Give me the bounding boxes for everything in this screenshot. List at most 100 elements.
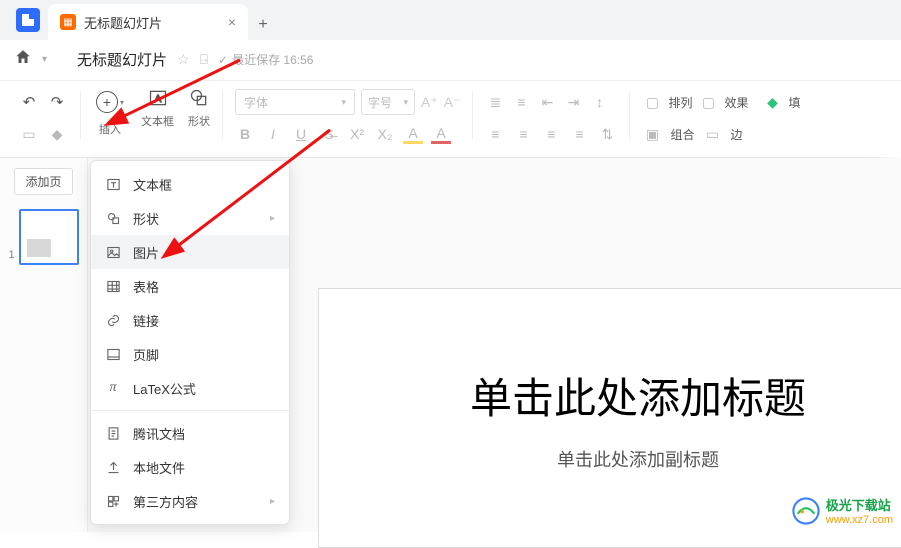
menu-label: 链接 xyxy=(133,311,159,330)
tab-bar: ▦ 无标题幻灯片 × + xyxy=(0,0,901,40)
table-icon xyxy=(105,278,121,294)
textbox-icon[interactable]: A xyxy=(147,87,169,109)
third-party-icon xyxy=(105,493,121,509)
svg-text:A: A xyxy=(154,94,161,105)
image-icon xyxy=(105,244,121,260)
divider xyxy=(472,91,473,139)
insert-button[interactable]: + ▾ xyxy=(93,87,127,117)
slide-subtitle-placeholder[interactable]: 单击此处添加副标题 xyxy=(557,446,719,472)
italic-icon[interactable]: I xyxy=(263,126,283,142)
paragraph-group: ≣ ≡ ⇤ ⇥ ↕ ≡ ≡ ≡ ≡ ⇅ xyxy=(479,87,623,157)
align-left-icon[interactable]: ≡ xyxy=(485,126,505,142)
menu-item-image[interactable]: 图片 xyxy=(91,235,289,269)
bullet-list-icon[interactable]: ≣ xyxy=(485,94,505,111)
arrange-group: ▢ 排列 ▢ 效果 ▣ 组合 ▭ 边 xyxy=(636,87,754,157)
menu-item-local-file[interactable]: 本地文件 xyxy=(91,450,289,484)
textbox-icon xyxy=(105,176,121,192)
menu-label: 腾讯文档 xyxy=(133,424,185,443)
font-color-icon[interactable]: A xyxy=(431,125,451,144)
superscript-icon[interactable]: X² xyxy=(347,126,367,142)
menu-item-shape[interactable]: 形状 ▸ xyxy=(91,201,289,235)
menu-label: LaTeX公式 xyxy=(133,379,196,398)
shape-group: 形状 xyxy=(182,87,216,157)
divider xyxy=(629,91,630,139)
menu-item-table[interactable]: 表格 xyxy=(91,269,289,303)
chevron-down-icon: ▾ xyxy=(403,97,408,108)
chevron-down-icon[interactable]: ▾ xyxy=(42,54,47,65)
save-status: ✓ 最近保存 16:56 xyxy=(218,51,313,68)
border-icon[interactable]: ▭ xyxy=(702,126,722,143)
add-page-label: 添加页 xyxy=(25,175,61,189)
tab-active[interactable]: ▦ 无标题幻灯片 × xyxy=(48,4,248,40)
increase-font-icon[interactable]: A⁺ xyxy=(421,94,438,111)
slide-panel: 添加页 1 xyxy=(0,158,88,532)
font-family-select[interactable]: 字体▾ xyxy=(235,89,355,115)
effect-icon[interactable]: ▢ xyxy=(698,94,718,111)
font-size-placeholder: 字号 xyxy=(368,94,392,111)
number-list-icon[interactable]: ≡ xyxy=(511,94,531,110)
open-external-icon[interactable]: ⍈ xyxy=(200,51,208,68)
watermark-logo-icon xyxy=(792,497,820,525)
fill-icon[interactable]: ◆ xyxy=(763,94,783,111)
check-icon: ✓ xyxy=(218,53,228,67)
star-icon[interactable]: ☆ xyxy=(177,51,190,68)
redo-icon[interactable]: ↷ xyxy=(46,91,68,113)
add-page-button[interactable]: 添加页 xyxy=(14,168,72,195)
slide-thumbnail[interactable] xyxy=(19,209,79,265)
upload-icon xyxy=(105,459,121,475)
new-tab-button[interactable]: + xyxy=(248,10,278,40)
thumb-wrap: 1 xyxy=(8,209,78,265)
tencent-doc-icon xyxy=(105,425,121,441)
font-family-placeholder: 字体 xyxy=(244,94,268,111)
menu-item-latex[interactable]: π LaTeX公式 xyxy=(91,371,289,405)
text-direction-icon[interactable]: ⇅ xyxy=(597,126,617,143)
close-tab-icon[interactable]: × xyxy=(228,14,236,30)
underline-icon[interactable]: U xyxy=(291,126,311,142)
indent-inc-icon[interactable]: ⇥ xyxy=(563,94,583,111)
align-right-icon[interactable]: ≡ xyxy=(541,126,561,142)
textbox-group: A 文本框 xyxy=(135,87,180,157)
group-label: 组合 xyxy=(670,126,694,143)
link-icon xyxy=(105,312,121,328)
align-center-icon[interactable]: ≡ xyxy=(513,126,533,142)
plus-circle-icon: + xyxy=(96,91,118,113)
chevron-right-icon: ▸ xyxy=(270,496,275,507)
home-icon[interactable] xyxy=(14,48,32,71)
undo-icon[interactable]: ↶ xyxy=(18,91,40,113)
save-status-text: 最近保存 16:56 xyxy=(232,51,313,68)
menu-item-third-party[interactable]: 第三方内容 ▸ xyxy=(91,484,289,518)
format-painter-icon[interactable]: ▭ xyxy=(19,126,39,143)
strikethrough-icon[interactable]: S̶ xyxy=(319,126,339,142)
fade xyxy=(871,81,901,159)
menu-item-tencent-doc[interactable]: 腾讯文档 xyxy=(91,416,289,450)
watermark-url: www.xz7.com xyxy=(826,514,893,526)
menu-item-textbox[interactable]: 文本框 xyxy=(91,167,289,201)
decrease-font-icon[interactable]: A⁻ xyxy=(444,94,461,111)
arrange-icon[interactable]: ▢ xyxy=(642,94,662,111)
menu-label: 图片 xyxy=(133,243,159,262)
menu-label: 页脚 xyxy=(133,345,159,364)
latex-icon: π xyxy=(105,380,121,396)
menu-item-footer[interactable]: 页脚 xyxy=(91,337,289,371)
clear-format-icon[interactable]: ◆ xyxy=(47,126,67,143)
effect-label: 效果 xyxy=(724,94,748,111)
highlight-icon[interactable]: A xyxy=(403,125,423,144)
menu-item-link[interactable]: 链接 xyxy=(91,303,289,337)
bold-icon[interactable]: B xyxy=(235,126,255,142)
align-justify-icon[interactable]: ≡ xyxy=(569,126,589,142)
shape-icon xyxy=(105,210,121,226)
line-spacing-icon[interactable]: ↕ xyxy=(589,94,609,110)
font-size-select[interactable]: 字号 ▾ xyxy=(361,89,415,115)
textbox-label: 文本框 xyxy=(141,113,174,129)
indent-dec-icon[interactable]: ⇤ xyxy=(537,94,557,111)
app-logo[interactable] xyxy=(8,0,48,40)
doc-title[interactable]: 无标题幻灯片 xyxy=(77,49,167,70)
border-label: 边 xyxy=(730,126,742,143)
fill-label: 填 xyxy=(789,94,801,111)
group-icon[interactable]: ▣ xyxy=(642,126,662,143)
slide-title-placeholder[interactable]: 单击此处添加标题 xyxy=(470,365,806,426)
shape-icon[interactable] xyxy=(188,87,210,109)
menu-label: 文本框 xyxy=(133,175,172,194)
fill-group: ◆ 填 xyxy=(757,87,807,157)
subscript-icon[interactable]: X₂ xyxy=(375,126,395,142)
